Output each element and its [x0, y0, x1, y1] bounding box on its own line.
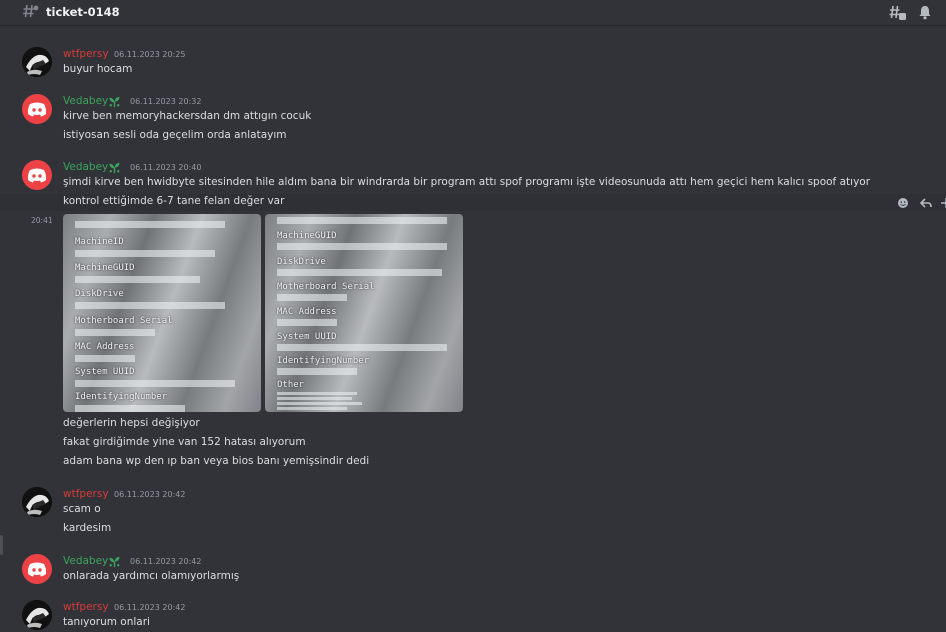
image-text: Motherboard Serial [277, 282, 375, 292]
timestamp: 06.11.2023 20:42 [114, 490, 186, 499]
image-text: MachineGUID [277, 231, 337, 241]
message-text: kardesim [63, 522, 112, 534]
message-text: scam o [63, 503, 101, 515]
avatar-image-icon [22, 487, 52, 517]
timestamp: 06.11.2023 20:42 [130, 557, 202, 566]
message-text: değerlerin hepsi değişiyor [63, 417, 200, 429]
discord-logo-icon [27, 168, 47, 183]
avatar[interactable] [22, 47, 52, 77]
image-text: IdentifyingNumber [75, 392, 168, 402]
message-text: tanıyorum onlari [63, 616, 150, 628]
discord-logo-icon [27, 102, 47, 117]
image-text: DiskDrive [75, 289, 124, 299]
message-text: adam bana wp den ıp ban veya bios banı y… [63, 455, 370, 467]
image-text: System UUID [75, 367, 135, 377]
timestamp: 06.11.2023 20:40 [130, 163, 202, 172]
hover-timestamp: 20:41 [31, 216, 53, 225]
avatar[interactable] [22, 554, 52, 584]
timestamp: 06.11.2023 20:32 [130, 97, 202, 106]
avatar[interactable] [22, 94, 52, 124]
username[interactable]: Vedabey [63, 95, 108, 107]
username[interactable]: wtfpersy [63, 601, 109, 613]
timestamp: 06.11.2023 20:25 [114, 50, 186, 59]
image-text: System UUID [277, 332, 337, 342]
reply-icon[interactable] [920, 197, 932, 209]
avatar-image-icon [22, 600, 52, 630]
channel-header: ticket-0148 [0, 0, 946, 26]
image-text: Motherboard Serial [75, 316, 173, 326]
message-text: kirve ben memoryhackersdan dm attıgın co… [63, 110, 312, 122]
bell-icon[interactable] [917, 4, 933, 20]
image-text: MAC Address [75, 342, 135, 352]
username[interactable]: wtfpersy [63, 488, 109, 500]
username[interactable]: Vedabey [63, 555, 108, 567]
more-options-icon[interactable] [940, 197, 946, 209]
image-attachment[interactable]: MachineID MachineGUID DiskDrive Motherbo… [63, 214, 261, 412]
add-reaction-icon[interactable] [897, 197, 909, 209]
message-text: onlarada yardımcı olamıyorlarmış [63, 570, 240, 582]
timestamp: 06.11.2023 20:42 [114, 603, 186, 612]
message-text: fakat girdiğimde yine van 152 hatası alı… [63, 436, 306, 448]
plant-icon [109, 162, 120, 174]
scroll-indicator [0, 535, 3, 555]
username[interactable]: wtfpersy [63, 48, 109, 60]
channel-name: ticket-0148 [46, 5, 120, 19]
image-attachment[interactable]: MachineGUID DiskDrive Motherboard Serial… [265, 214, 463, 412]
image-text: IdentifyingNumber [277, 356, 370, 366]
message-text: kontrol ettiğimde 6-7 tane felan değer v… [63, 195, 285, 207]
message-text: istiyosan sesli oda geçelim orda anlatay… [63, 129, 287, 141]
discord-logo-icon [27, 562, 47, 577]
threads-icon[interactable] [889, 4, 907, 22]
plant-icon [109, 96, 120, 108]
avatar[interactable] [22, 160, 52, 190]
message-text: buyur hocam [63, 63, 133, 75]
plant-icon [109, 556, 120, 568]
avatar-image-icon [22, 47, 52, 77]
image-text: MachineGUID [75, 263, 135, 273]
image-text: MAC Address [277, 307, 337, 317]
avatar[interactable] [22, 487, 52, 517]
text-channel-thread-icon [23, 4, 39, 18]
image-text: DiskDrive [277, 257, 326, 267]
message-text: şimdi kirve ben hwidbyte sitesinden hile… [63, 176, 871, 188]
image-text: Other [277, 380, 305, 390]
username[interactable]: Vedabey [63, 161, 108, 173]
avatar[interactable] [22, 600, 52, 630]
image-text: MachineID [75, 237, 124, 247]
